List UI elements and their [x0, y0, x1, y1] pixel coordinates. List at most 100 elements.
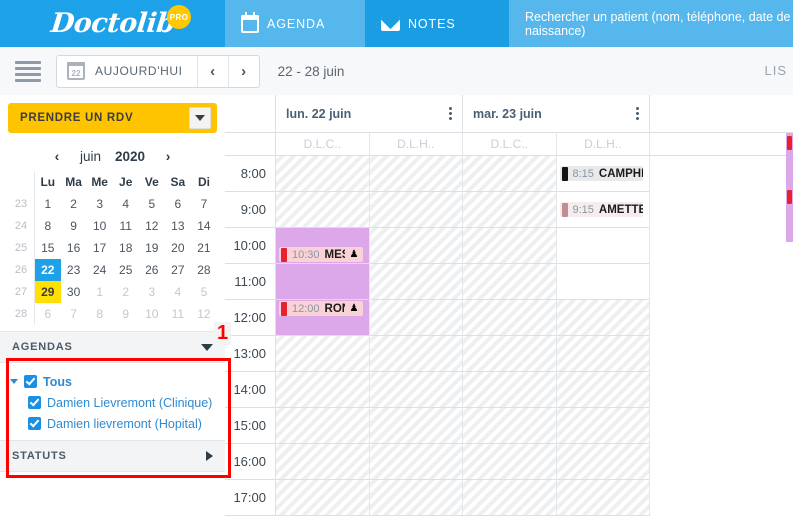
calendar-slot[interactable]	[369, 228, 463, 264]
calendar-slot[interactable]	[369, 408, 463, 444]
calendar-slot[interactable]	[276, 408, 370, 444]
datepicker-day[interactable]: 4	[165, 281, 191, 303]
calendar-slot[interactable]	[556, 300, 650, 336]
calendar-slot[interactable]	[276, 336, 370, 372]
calendar-slot[interactable]	[556, 372, 650, 408]
calendar-slot[interactable]	[369, 336, 463, 372]
calendar-slot[interactable]	[369, 444, 463, 480]
datepicker-day[interactable]: 1	[35, 193, 61, 215]
calendar-slot[interactable]	[463, 408, 557, 444]
calendar-slot[interactable]	[556, 264, 650, 300]
list-view-toggle[interactable]: LIS	[764, 63, 787, 78]
prendre-un-rdv-button[interactable]: PRENDRE UN RDV	[8, 103, 217, 133]
calendar-slot[interactable]	[463, 156, 557, 192]
datepicker-day[interactable]: 23	[61, 259, 87, 281]
datepicker-day[interactable]: 9	[61, 215, 87, 237]
agenda-checkbox[interactable]	[24, 375, 37, 388]
datepicker-day[interactable]: 6	[35, 303, 61, 325]
calendar-slot[interactable]	[276, 156, 370, 192]
datepicker-day[interactable]: 24	[87, 259, 113, 281]
calendar-slot[interactable]	[463, 192, 557, 228]
calendar-slot[interactable]	[463, 444, 557, 480]
datepicker-day[interactable]: 11	[165, 303, 191, 325]
agenda-item-1[interactable]: Damien Lievremont (Clinique)	[10, 392, 225, 413]
patient-search-input[interactable]: Rechercher un patient (nom, téléphone, d…	[509, 0, 793, 47]
datepicker-day[interactable]: 1	[87, 281, 113, 303]
calendar-slot[interactable]	[276, 480, 370, 516]
agenda-item-0[interactable]: Tous	[10, 371, 225, 392]
calendar-slot[interactable]: 8:15 CAMPHIN ...	[556, 156, 650, 192]
datepicker-day[interactable]: 16	[61, 237, 87, 259]
calendar-slot[interactable]	[556, 408, 650, 444]
datepicker-day[interactable]: 3	[87, 193, 113, 215]
agendas-section-header[interactable]: AGENDAS	[0, 331, 225, 363]
calendar-slot[interactable]	[369, 372, 463, 408]
chevron-down-icon[interactable]	[189, 107, 211, 129]
today-button[interactable]: 22 AUJOURD'HUI	[57, 56, 197, 87]
datepicker-day[interactable]: 2	[113, 281, 139, 303]
tab-agenda[interactable]: AGENDA	[225, 0, 365, 47]
column-menu-icon[interactable]	[449, 107, 452, 120]
datepicker-day[interactable]: 30	[61, 281, 87, 303]
calendar-slot[interactable]: 10:30 MESSI ♟	[276, 228, 370, 264]
datepicker-day[interactable]: 27	[165, 259, 191, 281]
datepicker-day[interactable]: 8	[35, 215, 61, 237]
datepicker-day[interactable]: 15	[35, 237, 61, 259]
calendar-slot[interactable]	[556, 444, 650, 480]
calendar-slot[interactable]	[276, 372, 370, 408]
datepicker-day[interactable]: 18	[113, 237, 139, 259]
datepicker-day[interactable]: 14	[191, 215, 217, 237]
tab-notes[interactable]: NOTES	[365, 0, 509, 47]
datepicker-day[interactable]: 22	[34, 259, 61, 281]
calendar-slot[interactable]	[276, 264, 370, 300]
next-week-button[interactable]: ›	[227, 55, 259, 87]
calendar-slot[interactable]	[463, 372, 557, 408]
datepicker-day[interactable]: 19	[139, 237, 165, 259]
brand-logo[interactable]: Doctolib PRO	[0, 0, 225, 47]
calendar-slot[interactable]	[463, 480, 557, 516]
calendar-slot[interactable]	[463, 336, 557, 372]
datepicker-day[interactable]: 11	[113, 215, 139, 237]
datepicker-day[interactable]: 13	[165, 215, 191, 237]
calendar-slot[interactable]	[556, 228, 650, 264]
agenda-checkbox[interactable]	[28, 396, 41, 409]
datepicker-day[interactable]: 6	[165, 193, 191, 215]
datepicker-day[interactable]: 20	[165, 237, 191, 259]
datepicker-day[interactable]: 8	[87, 303, 113, 325]
datepicker-day[interactable]: 26	[139, 259, 165, 281]
calendar-slot[interactable]	[463, 228, 557, 264]
datepicker-day[interactable]: 25	[113, 259, 139, 281]
calendar-slot[interactable]	[556, 480, 650, 516]
calendar-slot[interactable]	[276, 192, 370, 228]
calendar-slot[interactable]	[369, 156, 463, 192]
appointment-camphin[interactable]: 8:15 CAMPHIN ...	[559, 166, 643, 181]
previous-week-button[interactable]: ‹	[196, 55, 228, 87]
datepicker-day[interactable]: 4	[113, 193, 139, 215]
calendar-slot[interactable]	[369, 480, 463, 516]
datepicker-day[interactable]: 21	[191, 237, 217, 259]
chevron-down-icon[interactable]	[201, 343, 213, 351]
datepicker-day[interactable]: 3	[139, 281, 165, 303]
appointment-messi[interactable]: 10:30 MESSI ♟	[279, 247, 363, 262]
appointment-ronado[interactable]: 12:00 RONADO ♟	[279, 301, 363, 316]
datepicker-day[interactable]: 17	[87, 237, 113, 259]
calendar-slot[interactable]	[463, 264, 557, 300]
hamburger-icon[interactable]	[0, 60, 56, 82]
calendar-slot[interactable]	[556, 336, 650, 372]
datepicker-day[interactable]: 5	[139, 193, 165, 215]
datepicker-day[interactable]: 5	[191, 281, 217, 303]
datepicker-day[interactable]: 28	[191, 259, 217, 281]
agenda-checkbox[interactable]	[28, 417, 41, 430]
agenda-item-2[interactable]: Damien lievremont (Hopital)	[10, 413, 225, 434]
datepicker-day[interactable]: 7	[61, 303, 87, 325]
datepicker-day[interactable]: 10	[87, 215, 113, 237]
datepicker-day[interactable]: 9	[113, 303, 139, 325]
chevron-down-icon[interactable]	[10, 379, 18, 384]
datepicker-day[interactable]: 29	[34, 281, 61, 303]
appointment-amettes[interactable]: 9:15 AMETTES	[559, 202, 643, 217]
calendar-slot[interactable]: 12:00 RONADO ♟	[276, 300, 370, 336]
calendar-slot[interactable]	[369, 300, 463, 336]
statuts-section-header[interactable]: STATUTS	[0, 440, 225, 472]
calendar-slot[interactable]: 9:15 AMETTES	[556, 192, 650, 228]
datepicker-day[interactable]: 7	[191, 193, 217, 215]
